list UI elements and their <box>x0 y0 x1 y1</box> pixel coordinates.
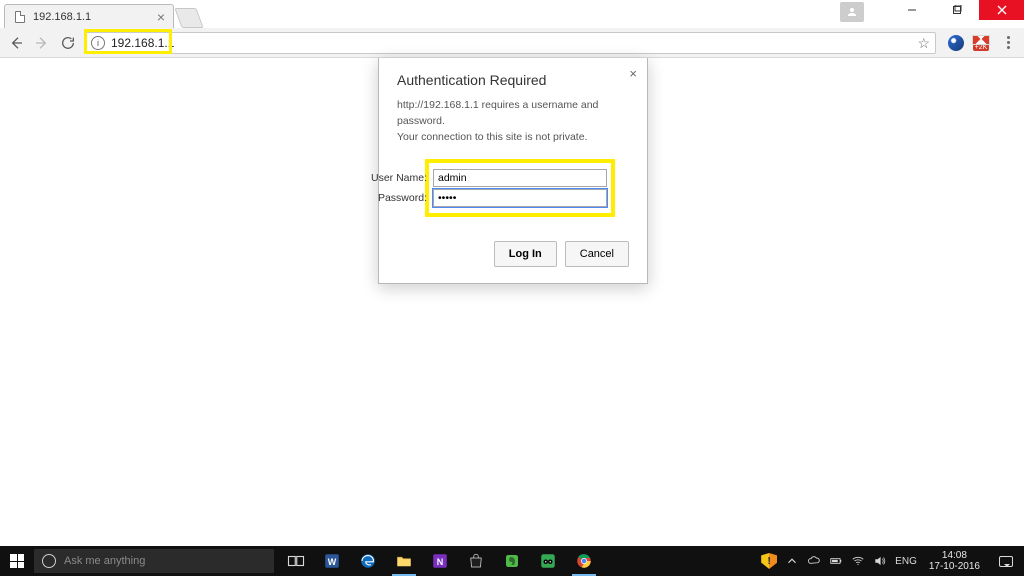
start-button[interactable] <box>0 546 34 576</box>
tray-overflow-icon[interactable] <box>785 554 799 568</box>
maximize-button[interactable] <box>934 0 979 20</box>
dialog-message-line1: http://192.168.1.1 requires a username a… <box>397 98 629 130</box>
browser-toolbar: i 192.168.1.1 ☆ +2K <box>0 28 1024 58</box>
windows-logo-icon <box>10 554 24 568</box>
search-placeholder: Ask me anything <box>64 555 145 567</box>
password-input[interactable] <box>433 189 607 207</box>
clock-time: 14:08 <box>929 550 980 561</box>
word-icon: W <box>323 552 341 570</box>
window-titlebar: 192.168.1.1 × <box>0 0 1024 28</box>
extension-gmail-icon[interactable]: +2K <box>972 35 990 51</box>
store-icon <box>467 552 485 570</box>
credentials-highlight: User Name: Password: <box>425 159 615 217</box>
dialog-message: http://192.168.1.1 requires a username a… <box>397 98 629 145</box>
tray-volume-icon[interactable] <box>873 554 887 568</box>
cortana-icon <box>42 554 56 568</box>
arrow-left-icon <box>8 35 24 51</box>
taskbar-tripadvisor[interactable] <box>530 546 566 576</box>
tab-title: 192.168.1.1 <box>33 11 157 23</box>
page-content: × Authentication Required http://192.168… <box>0 58 1024 546</box>
address-bar[interactable]: i 192.168.1.1 <box>84 32 936 54</box>
taskbar-edge[interactable] <box>350 546 386 576</box>
svg-text:N: N <box>437 557 444 567</box>
password-row: Password: <box>433 189 607 207</box>
tray-clock[interactable]: 14:08 17-10-2016 <box>925 550 984 572</box>
dialog-message-line2: Your connection to this site is not priv… <box>397 130 629 146</box>
site-info-icon[interactable]: i <box>91 36 105 50</box>
taskbar-apps: W N <box>278 546 602 576</box>
gmail-badge: +2K <box>973 44 990 51</box>
chrome-icon <box>575 552 593 570</box>
auth-dialog: × Authentication Required http://192.168… <box>378 58 648 284</box>
taskbar-word[interactable]: W <box>314 546 350 576</box>
bookmark-star-icon[interactable]: ☆ <box>917 35 930 52</box>
tray-shield-icon[interactable] <box>761 553 777 569</box>
cortana-search[interactable]: Ask me anything <box>34 549 274 573</box>
taskbar-explorer[interactable] <box>386 546 422 576</box>
edge-icon <box>359 552 377 570</box>
login-button[interactable]: Log In <box>494 241 557 267</box>
dialog-close-icon[interactable]: × <box>629 66 637 81</box>
close-button[interactable] <box>979 0 1024 20</box>
url-text: 192.168.1.1 <box>111 36 174 50</box>
window-controls <box>889 0 1024 20</box>
dialog-title: Authentication Required <box>397 72 629 88</box>
action-center-button[interactable] <box>992 556 1020 567</box>
page-icon <box>13 11 27 23</box>
windows-taskbar: Ask me anything W N <box>0 546 1024 576</box>
tray-language[interactable]: ENG <box>895 556 917 567</box>
profile-chip[interactable] <box>840 2 864 22</box>
tab-strip: 192.168.1.1 × <box>0 4 200 28</box>
taskbar-store[interactable] <box>458 546 494 576</box>
back-button[interactable] <box>6 33 26 53</box>
system-tray: ENG 14:08 17-10-2016 <box>761 546 1024 576</box>
tripadvisor-icon <box>539 552 557 570</box>
folder-icon <box>395 552 413 570</box>
taskview-button[interactable] <box>278 546 314 576</box>
extension-swirl-icon[interactable] <box>948 35 964 51</box>
onenote-icon: N <box>431 552 449 570</box>
cancel-button[interactable]: Cancel <box>565 241 629 267</box>
minimize-button[interactable] <box>889 0 934 20</box>
username-label: User Name: <box>365 172 427 184</box>
new-tab-button[interactable] <box>174 8 203 28</box>
browser-menu-button[interactable] <box>998 36 1018 49</box>
evernote-icon <box>503 552 521 570</box>
reload-button[interactable] <box>58 33 78 53</box>
tray-battery-icon[interactable] <box>829 554 843 568</box>
svg-text:W: W <box>328 557 337 567</box>
taskbar-chrome[interactable] <box>566 546 602 576</box>
notification-icon <box>999 556 1013 567</box>
dialog-buttons: Log In Cancel <box>397 241 629 267</box>
arrow-right-icon <box>34 35 50 51</box>
username-row: User Name: <box>433 169 607 187</box>
taskbar-evernote[interactable] <box>494 546 530 576</box>
forward-button[interactable] <box>32 33 52 53</box>
language-text: ENG <box>895 556 917 567</box>
tray-wifi-icon[interactable] <box>851 554 865 568</box>
tab-close-icon[interactable]: × <box>157 9 165 25</box>
extension-icons: +2K <box>948 35 1018 51</box>
address-bar-wrap: i 192.168.1.1 ☆ <box>84 32 936 54</box>
browser-tab[interactable]: 192.168.1.1 × <box>4 4 174 28</box>
user-icon <box>846 6 858 18</box>
tray-onedrive-icon[interactable] <box>807 554 821 568</box>
reload-icon <box>60 35 76 51</box>
taskview-icon <box>287 552 305 570</box>
password-label: Password: <box>365 192 427 204</box>
clock-date: 17-10-2016 <box>929 561 980 572</box>
username-input[interactable] <box>433 169 607 187</box>
taskbar-onenote[interactable]: N <box>422 546 458 576</box>
gmail-envelope-icon <box>972 35 990 45</box>
